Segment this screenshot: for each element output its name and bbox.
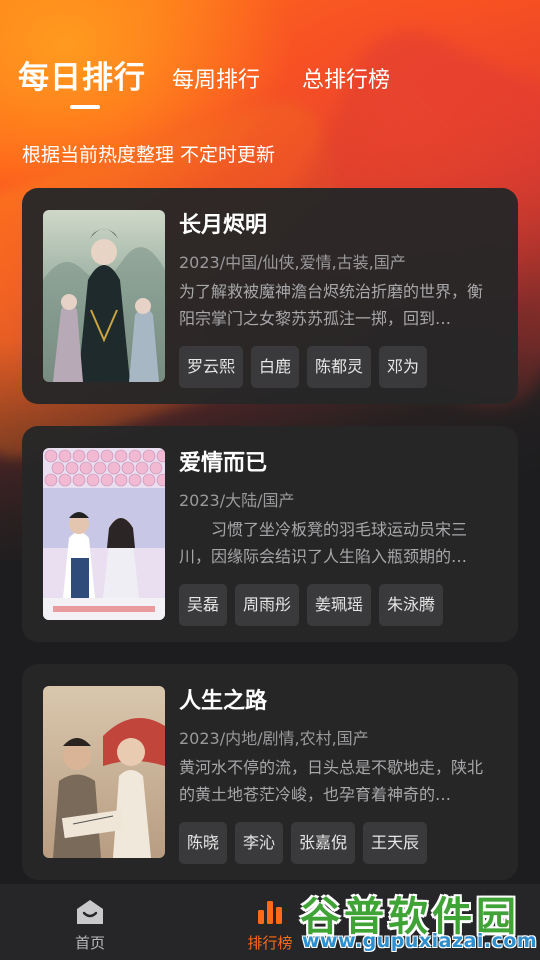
show-card[interactable]: 爱情而已 2023/大陆/国产 习惯了坐冷板凳的羽毛球运动员宋三川，因缘际会结识… — [22, 426, 518, 642]
nav-home-label: 首页 — [74, 934, 105, 952]
actor-list: 吴磊 周雨彤 姜珮瑶 朱泳腾 — [179, 584, 444, 626]
actor-chip[interactable]: 邓为 — [379, 346, 428, 388]
show-title[interactable]: 人生之路 — [179, 686, 498, 718]
actor-chip[interactable]: 白鹿 — [251, 346, 300, 388]
tab-total[interactable]: 总排行榜 — [302, 62, 390, 94]
nav-home[interactable]: 首页 — [30, 884, 150, 960]
actor-chip[interactable]: 李沁 — [235, 822, 284, 864]
actor-chip[interactable]: 陈晓 — [179, 822, 228, 864]
show-description: 黄河水不停的流，日头总是不歇地走，陕北的黄土地苍茫冷峻，也孕育着神奇的… — [179, 758, 484, 804]
home-icon — [75, 898, 105, 926]
app-screen: 每日排行 每周排行 总排行榜 根据当前热度整理 不定时更新 长月烬明 2023/… — [0, 0, 540, 960]
actor-chip[interactable]: 罗云熙 — [179, 346, 244, 388]
ranking-tabs: 每日排行 每周排行 总排行榜 — [18, 52, 522, 112]
page-subtitle: 根据当前热度整理 不定时更新 — [22, 144, 276, 166]
site-watermark: 谷普软件园 www.gupuxiazai.com — [296, 880, 540, 960]
actor-chip[interactable]: 吴磊 — [179, 584, 228, 626]
tab-daily[interactable]: 每日排行 — [18, 52, 146, 97]
actor-chip[interactable]: 王天辰 — [363, 822, 428, 864]
actor-chip[interactable]: 陈都灵 — [307, 346, 372, 388]
poster-image[interactable] — [43, 210, 165, 382]
actor-list: 罗云熙 白鹿 陈都灵 邓为 — [179, 346, 428, 388]
poster-image[interactable] — [43, 448, 165, 620]
active-tab-indicator — [70, 105, 100, 109]
tab-weekly[interactable]: 每周排行 — [172, 62, 260, 94]
actor-chip[interactable]: 张嘉倪 — [291, 822, 356, 864]
show-title[interactable]: 爱情而已 — [179, 448, 498, 480]
actor-chip[interactable]: 姜珮瑶 — [307, 584, 372, 626]
show-card[interactable]: 长月烬明 2023/中国/仙侠,爱情,古装,国产 为了解救被魔神澹台烬统治折磨的… — [22, 188, 518, 404]
show-meta: 2023/大陆/国产 — [179, 491, 295, 510]
show-description: 为了解救被魔神澹台烬统治折磨的世界，衡阳宗掌门之女黎苏苏孤注一掷，回到… — [179, 282, 484, 328]
actor-chip[interactable]: 朱泳腾 — [379, 584, 444, 626]
poster-image[interactable] — [43, 686, 165, 858]
actor-list: 陈晓 李沁 张嘉倪 王天辰 — [179, 822, 428, 864]
show-card[interactable]: 人生之路 2023/内地/剧情,农村,国产 黄河水不停的流，日头总是不歇地走，陕… — [22, 664, 518, 880]
show-description: 习惯了坐冷板凳的羽毛球运动员宋三川，因缘际会结识了人生陷入瓶颈期的… — [179, 520, 468, 566]
show-meta: 2023/中国/仙侠,爱情,古装,国产 — [179, 253, 406, 272]
bar-chart-icon — [255, 898, 285, 926]
actor-chip[interactable]: 周雨彤 — [235, 584, 300, 626]
watermark-url: www.gupuxiazai.com — [302, 930, 538, 952]
ranking-list: 长月烬明 2023/中国/仙侠,爱情,古装,国产 为了解救被魔神澹台烬统治折磨的… — [22, 188, 518, 902]
show-meta: 2023/内地/剧情,农村,国产 — [179, 729, 369, 748]
show-title[interactable]: 长月烬明 — [179, 210, 498, 242]
